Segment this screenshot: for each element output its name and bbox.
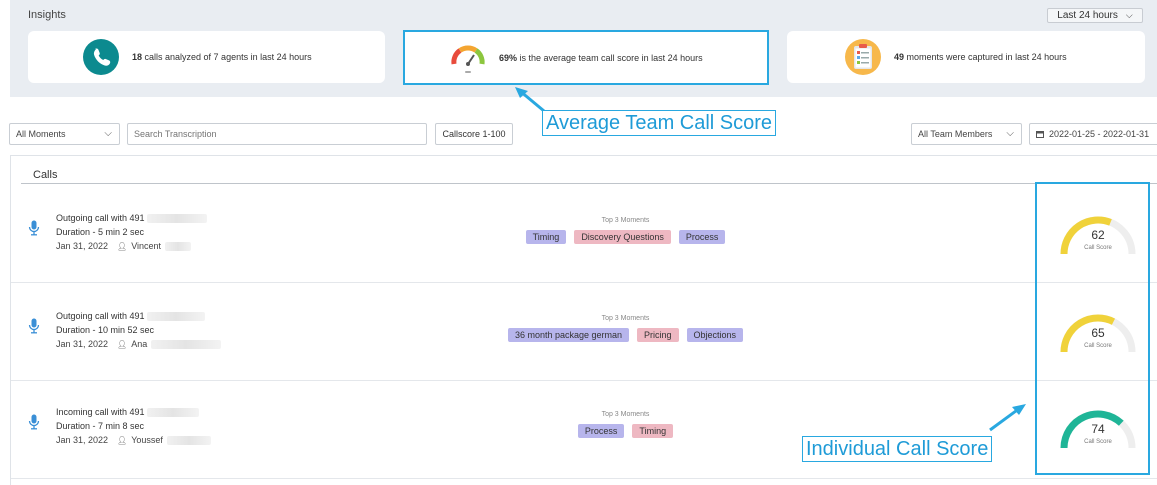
moment-tags: Timing Discovery Questions Process (11, 230, 1157, 244)
call-row[interactable]: Outgoing call with 491 Duration - 5 min … (11, 185, 1157, 283)
insight-card-calls: 18 calls analyzed of 7 agents in last 24… (28, 31, 385, 83)
moment-tag[interactable]: Pricing (637, 328, 679, 342)
insight-card-team-score: 69% is the average team call score in la… (403, 30, 769, 85)
moment-tag[interactable]: Process (577, 424, 625, 438)
date-range-picker[interactable]: 2022-01-25 - 2022-01-31 (1029, 123, 1157, 145)
call-score-highlight-box (1035, 182, 1150, 475)
clipboard-icon (845, 39, 881, 75)
moments-filter-value: All Moments (16, 129, 66, 139)
date-range-value: 2022-01-25 - 2022-01-31 (1049, 129, 1150, 139)
moments-filter-select[interactable]: All Moments ⌵ (9, 123, 120, 145)
insights-title: Insights (28, 9, 66, 21)
callscore-filter-button[interactable]: Callscore 1-100 (435, 123, 513, 145)
team-members-filter-select[interactable]: All Team Members ⌵ (911, 123, 1022, 145)
arrow-up-right-icon (989, 404, 1026, 432)
calendar-icon (1036, 131, 1044, 138)
insight-card-moments: 49 moments were captured in last 24 hour… (787, 31, 1145, 83)
moment-tag[interactable]: 36 month package german (507, 328, 630, 342)
moment-tag[interactable]: Timing (525, 230, 567, 244)
calls-divider (21, 183, 1157, 184)
chevron-down-icon: ⌵ (104, 128, 112, 139)
calls-title: Calls (33, 169, 58, 181)
moment-tags: 36 month package german Pricing Objections (11, 328, 1157, 342)
insight-moments-text: 49 moments were captured in last 24 hour… (894, 52, 1067, 62)
moment-tag[interactable]: Process (678, 230, 726, 244)
insights-panel: Insights Last 24 hours ⌵ 18 calls analyz… (10, 0, 1157, 97)
insight-team-score-text: 69% is the average team call score in la… (499, 52, 703, 63)
speedometer-icon (451, 45, 485, 73)
time-range-value: Last 24 hours (1057, 10, 1118, 21)
phone-icon (83, 39, 119, 75)
top-moments-label: Top 3 Moments (601, 315, 650, 322)
chevron-down-icon: ⌵ (1125, 10, 1133, 20)
search-transcription-input[interactable] (127, 123, 427, 145)
moment-tag[interactable]: Objections (686, 328, 744, 342)
top-moments-label: Top 3 Moments (601, 217, 650, 224)
moment-tag[interactable]: Timing (632, 424, 674, 438)
app-page: Insights Last 24 hours ⌵ 18 calls analyz… (0, 0, 1157, 485)
moment-tag[interactable]: Discovery Questions (574, 230, 671, 244)
annotation-individual-score: Individual Call Score (802, 436, 993, 462)
call-row[interactable]: Outgoing call with 491 Duration - 10 min… (11, 283, 1157, 381)
annotation-team-score: Average Team Call Score (542, 110, 777, 136)
time-range-select[interactable]: Last 24 hours ⌵ (1047, 8, 1143, 23)
callscore-filter-label: Callscore 1-100 (442, 129, 506, 139)
chevron-down-icon: ⌵ (1006, 128, 1014, 139)
team-members-filter-value: All Team Members (918, 129, 993, 139)
insight-calls-text: 18 calls analyzed of 7 agents in last 24… (132, 52, 312, 62)
